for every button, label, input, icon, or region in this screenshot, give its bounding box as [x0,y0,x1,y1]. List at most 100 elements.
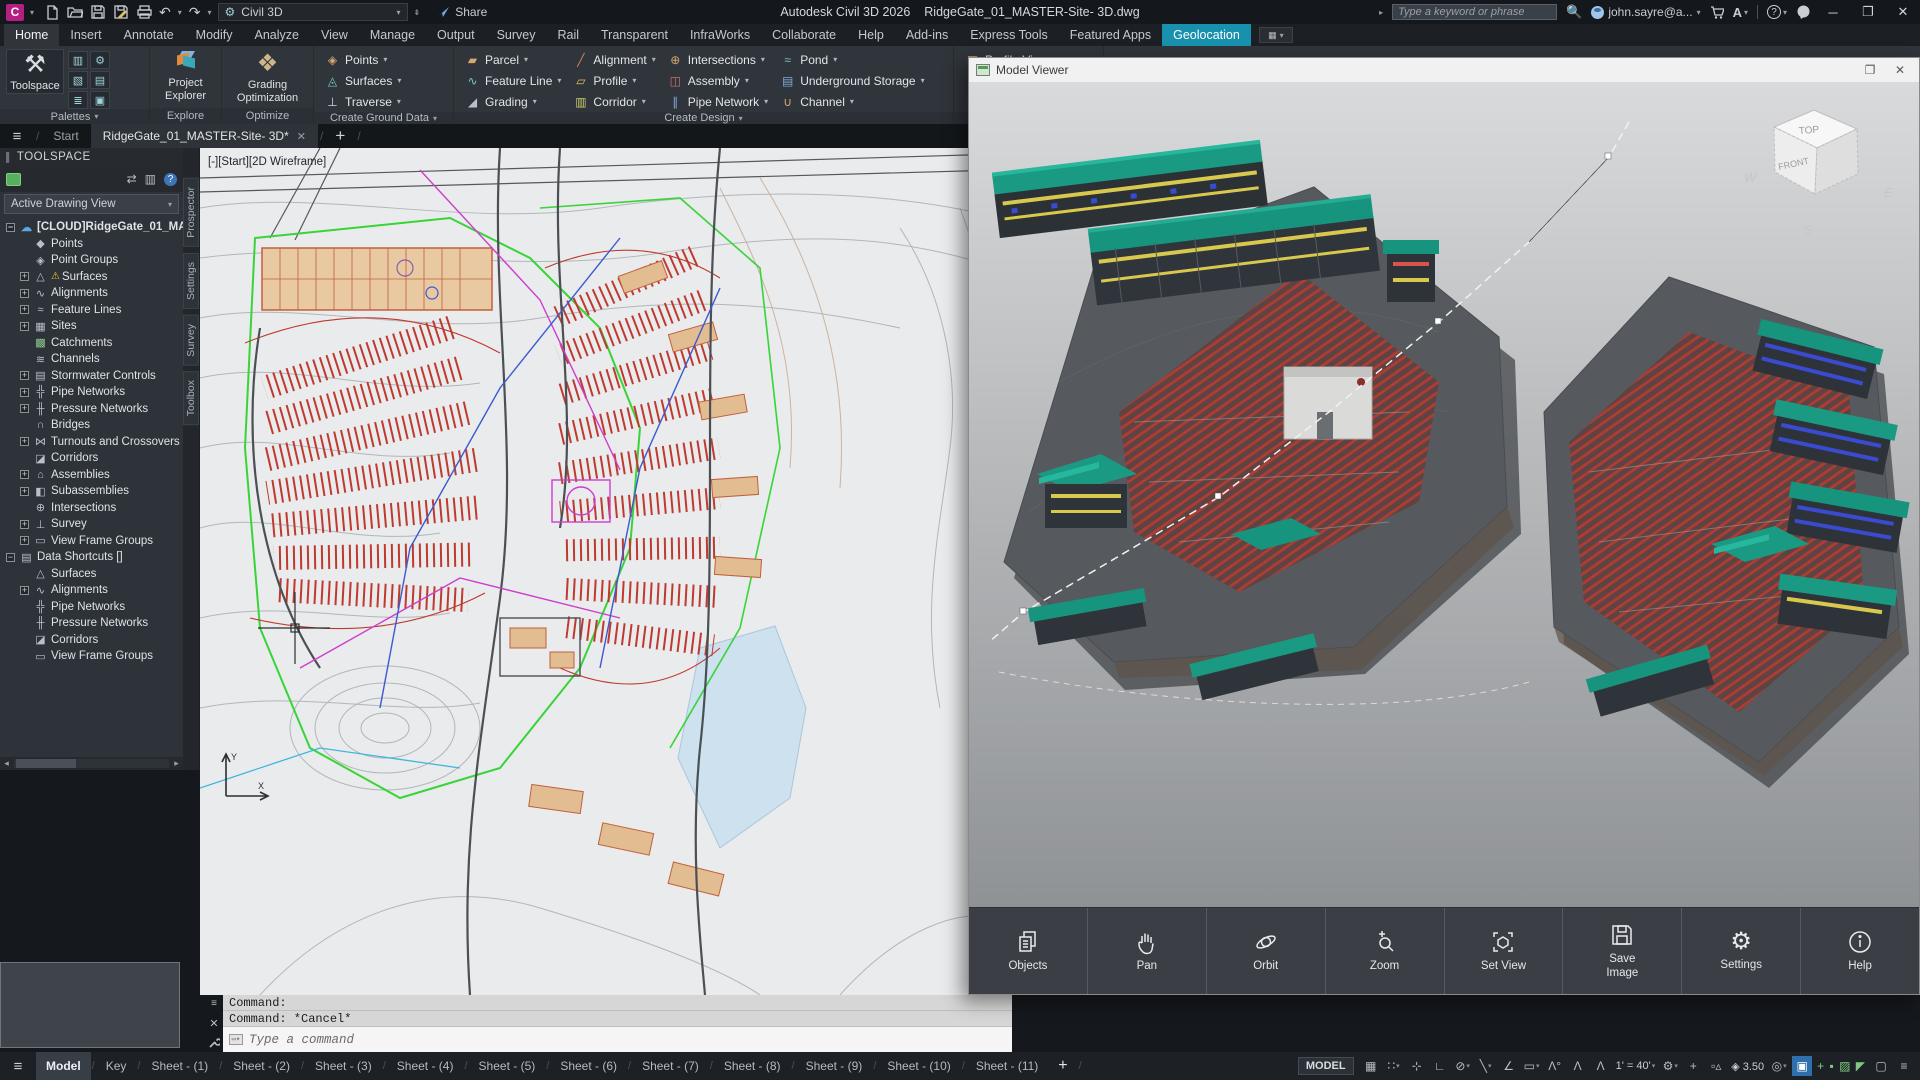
panel-label-design[interactable]: Create Design▾ [454,112,953,124]
feedback-icon[interactable] [1796,5,1811,19]
tree-item-assemblies[interactable]: +⌂Assemblies [0,467,183,484]
layout-tab-sheet-11[interactable]: Sheet - (11) [966,1052,1048,1080]
expand-icon[interactable]: + [20,586,29,595]
model-viewer-viewport[interactable]: TOP FRONT W E S [969,82,1919,907]
set-view-button[interactable]: Set View [1445,908,1564,994]
expand-icon[interactable]: + [20,289,29,298]
search-icon[interactable]: 🔍 [1566,4,1582,20]
drawing-tab-menu-icon[interactable]: ≡ [0,124,34,148]
panel-label-optimize[interactable]: Optimize [222,108,313,124]
project-explorer-button[interactable]: Project Explorer [157,49,215,102]
minimize-button[interactable]: ─ [1820,2,1846,22]
side-tab-toolbox[interactable]: Toolbox [183,371,199,425]
annotation-scale-icon[interactable]: Ʌ [1591,1056,1611,1076]
profile-button[interactable]: ▱Profile▾ [568,70,660,91]
tree-item-pressure-networks[interactable]: +╫Pressure Networks [0,401,183,418]
intersections-button[interactable]: ⊕Intersections▾ [663,49,773,70]
side-tab-settings[interactable]: Settings [183,253,199,309]
settings-button[interactable]: ⚙ Settings [1682,908,1801,994]
tree-item-corridors[interactable]: ◪Corridors [0,450,183,467]
sheet-set-palette-icon[interactable]: ≣ [68,91,88,109]
tree-item-cloud-ridgegate-01-master-site-3d[interactable]: −☁[CLOUD]RidgeGate_01_MASTER-Site- 3D [0,219,183,236]
expand-icon[interactable]: + [20,371,29,380]
tab-active-drawing[interactable]: RidgeGate_01_MASTER-Site- 3D* ✕ [91,124,318,148]
tab-start[interactable]: Start [41,124,90,148]
ribbon-tab-view[interactable]: View [310,24,359,46]
ribbon-tab-infraworks[interactable]: InfraWorks [679,24,761,46]
redo-icon[interactable]: ↷ [189,5,201,19]
tree-item-survey[interactable]: +⊥Survey [0,516,183,533]
undo-caret-icon[interactable]: ▾ [178,8,182,17]
corridor-button[interactable]: ▥Corridor▾ [568,91,660,112]
autodesk-apps-icon[interactable]: A▾ [1733,5,1748,20]
ortho-icon[interactable]: ∟ [1430,1056,1450,1076]
search-input[interactable] [1392,4,1557,20]
tree-item-turnouts-and-crossovers[interactable]: +⋈Turnouts and Crossovers [0,434,183,451]
expand-icon[interactable]: + [20,487,29,496]
drawing-canvas[interactable]: Y X [-][Start][2D Wireframe] [200,148,1000,995]
viewcube-west-label[interactable]: W [1744,170,1758,185]
parcel-button[interactable]: ▰Parcel▾ [460,49,566,70]
ribbon-tab-output[interactable]: Output [426,24,486,46]
toolspace-header[interactable]: ▌ TOOLSPACE [0,148,183,166]
app-logo-icon[interactable]: C [6,4,24,21]
command-close-icon[interactable]: ✕ [209,1017,218,1030]
markup-palette-icon[interactable]: ▣ [90,91,110,109]
command-customize-wrench-icon[interactable] [208,1037,220,1049]
tree-item-view-frame-groups[interactable]: ▭View Frame Groups [0,648,183,665]
model-viewer-close-button[interactable]: ✕ [1888,61,1912,79]
isolate-objects-icon[interactable]: ▫▵ [1706,1056,1726,1076]
ribbon-tab-transparent[interactable]: Transparent [590,24,679,46]
ribbon-tab-home[interactable]: Home [4,24,59,46]
isometric-drafting-icon[interactable]: ╲▾ [1476,1056,1496,1076]
grading-optimization-button[interactable]: ❖ Grading Optimization [228,49,307,104]
tree-item-catchments[interactable]: ▩Catchments [0,335,183,352]
customize-icon[interactable]: ≡ [1894,1056,1914,1076]
workspace-pin-icon[interactable]: ⇟ [414,8,421,17]
toolspace-button[interactable]: ⚒ Toolspace [6,49,64,94]
channel-button[interactable]: ∪Channel▾ [775,91,929,112]
item-view-toggle-icon[interactable]: ⇄ [127,172,137,186]
save-icon[interactable] [90,4,106,20]
help-icon[interactable]: ?▾ [1767,5,1787,19]
save-image-button[interactable]: Save Image [1563,908,1682,994]
workspace-switch-icon[interactable]: ⚙▾ [1660,1056,1680,1076]
survey-palette-icon[interactable]: ▧ [68,71,88,89]
ribbon-tab-modify[interactable]: Modify [185,24,244,46]
display-icon[interactable]: ▢ [1871,1056,1891,1076]
pond-button[interactable]: ≈Pond▾ [775,49,929,70]
polar-tracking-icon[interactable]: ⊘▾ [1453,1056,1473,1076]
ribbon-tab-annotate[interactable]: Annotate [113,24,185,46]
alignment-button[interactable]: ╱Alignment▾ [568,49,660,70]
crosshair-toggle-icon[interactable]: + [1683,1056,1703,1076]
toolbox-palette-icon[interactable]: ▤ [90,71,110,89]
infer-constraints-icon[interactable]: ⊹ [1407,1056,1427,1076]
tree-item-stormwater-controls[interactable]: +▤Stormwater Controls [0,368,183,385]
ribbon-tab-add-ins[interactable]: Add-ins [895,24,959,46]
ribbon-tab-collaborate[interactable]: Collaborate [761,24,847,46]
app-store-cart-icon[interactable] [1710,6,1724,19]
tree-item-surfaces[interactable]: +△⚠Surfaces [0,269,183,286]
tree-item-surfaces[interactable]: △Surfaces [0,566,183,583]
help-button[interactable]: Help [1801,908,1919,994]
model-viewer-maximize-button[interactable]: ❐ [1858,61,1882,79]
tree-item-pipe-networks[interactable]: +╬Pipe Networks [0,384,183,401]
tree-item-channels[interactable]: ≋Channels [0,351,183,368]
tree-item-pressure-networks[interactable]: ╫Pressure Networks [0,615,183,632]
layout-tab-sheet-9[interactable]: Sheet - (9) [796,1052,873,1080]
autoscale-icon[interactable]: Ʌ [1568,1056,1588,1076]
view-selector-dropdown[interactable]: Active Drawing View ▾ [4,194,179,214]
scroll-right-icon[interactable]: ▸ [170,758,183,769]
new-file-icon[interactable] [44,4,60,20]
save-as-icon[interactable] [113,4,129,20]
toolspace-grip-icon[interactable]: ▌ [6,152,13,162]
panel-label-ground[interactable]: Create Ground Data▾ [314,112,453,124]
tree-item-subassemblies[interactable]: +◧Subassemblies [0,483,183,500]
scroll-left-icon[interactable]: ◂ [0,758,13,769]
tree-item-intersections[interactable]: ⊕Intersections [0,500,183,517]
app-menu-caret-icon[interactable]: ▾ [30,8,34,17]
share-button[interactable]: Share [436,5,487,19]
ribbon-tab-analyze[interactable]: Analyze [243,24,309,46]
tree-item-alignments[interactable]: +∿Alignments [0,582,183,599]
layout-tab-sheet-6[interactable]: Sheet - (6) [550,1052,627,1080]
